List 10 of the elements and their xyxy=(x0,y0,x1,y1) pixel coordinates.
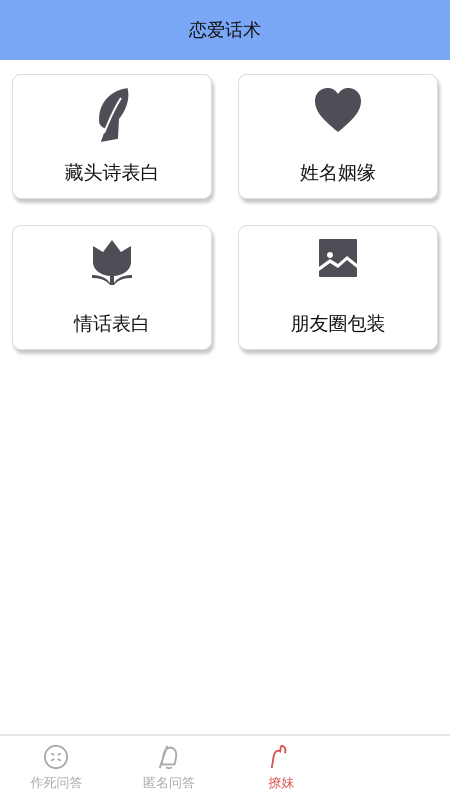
heart-icon xyxy=(314,87,362,133)
image-icon xyxy=(318,238,358,278)
tulip-icon xyxy=(91,238,133,286)
menu-card[interactable]: 藏头诗表白 xyxy=(12,74,212,199)
page-title: 恋爱话术 xyxy=(189,19,261,42)
x-circle-icon xyxy=(43,744,70,770)
menu-card[interactable]: 朋友圈包装 xyxy=(238,225,438,350)
menu-card[interactable]: 姓名姻缘 xyxy=(238,74,438,199)
menu-card[interactable]: 情话表白 xyxy=(12,225,212,350)
tab[interactable]: 撩妹 xyxy=(225,736,338,800)
